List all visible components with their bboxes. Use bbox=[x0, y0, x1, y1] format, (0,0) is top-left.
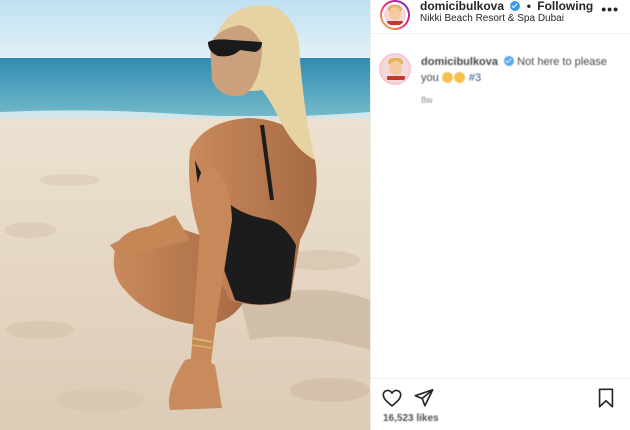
following-button[interactable]: Following bbox=[537, 0, 593, 13]
comment-avatar[interactable] bbox=[379, 53, 411, 85]
paper-plane-icon[interactable] bbox=[413, 387, 435, 409]
emoji-icon bbox=[453, 72, 465, 83]
post-header: domicibulkova • Following Nikki Beach Re… bbox=[371, 0, 630, 34]
verified-badge-icon bbox=[510, 1, 521, 11]
post-photo[interactable] bbox=[0, 0, 370, 430]
heart-icon[interactable] bbox=[381, 387, 403, 409]
avatar[interactable] bbox=[380, 0, 410, 30]
comment-username[interactable]: domicibulkova bbox=[421, 56, 498, 68]
likes-count[interactable]: 16,523 likes bbox=[383, 413, 439, 424]
post-side-panel: domicibulkova • Following Nikki Beach Re… bbox=[370, 0, 630, 430]
location-link[interactable]: Nikki Beach Resort & Spa Dubai bbox=[420, 13, 564, 24]
comment-time: 8w bbox=[421, 95, 433, 105]
action-bar: 16,523 likes bbox=[371, 378, 630, 430]
emoji-icon bbox=[441, 72, 453, 83]
comment-body: domicibulkova Not here to please you #3 bbox=[421, 54, 621, 86]
ellipsis-icon[interactable]: ••• bbox=[601, 1, 619, 17]
hashtag-link[interactable]: #3 bbox=[469, 72, 481, 84]
instagram-post: domicibulkova • Following Nikki Beach Re… bbox=[0, 0, 630, 430]
verified-badge-icon bbox=[504, 56, 515, 66]
bookmark-icon[interactable] bbox=[595, 387, 617, 409]
beach-photo-illustration bbox=[0, 0, 370, 430]
separator: • bbox=[526, 0, 531, 13]
username-link[interactable]: domicibulkova bbox=[420, 0, 504, 13]
username-line: domicibulkova • Following bbox=[420, 0, 593, 13]
